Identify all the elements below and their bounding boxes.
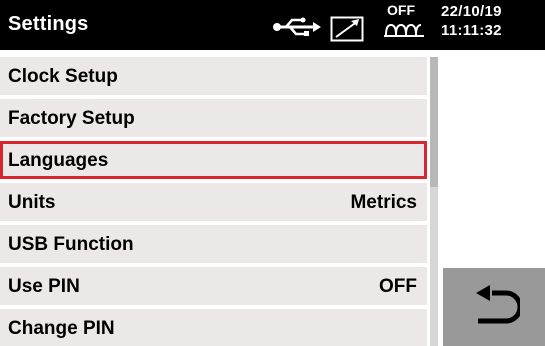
- scrollbar-thumb[interactable]: [430, 57, 438, 187]
- menu-item-factory-setup[interactable]: Factory Setup: [0, 99, 427, 137]
- menu-item-value: Metrics: [350, 192, 417, 213]
- settings-screen: Settings OFF 22/10/19 11:11:32 Clock Set…: [0, 0, 545, 346]
- menu-item-usb-function[interactable]: USB Function: [0, 225, 427, 263]
- menu-item-units[interactable]: Units Metrics: [0, 183, 427, 221]
- status-off-label: OFF: [387, 2, 415, 18]
- time-display: 11:11:32: [441, 22, 502, 39]
- menu-item-label: Change PIN: [8, 318, 115, 339]
- date-display: 22/10/19: [441, 3, 502, 20]
- menu-item-label: Use PIN: [8, 276, 80, 297]
- arrow-box-icon: [330, 16, 364, 42]
- settings-menu: Clock Setup Factory Setup Languages Unit…: [0, 57, 427, 346]
- back-button[interactable]: [443, 268, 545, 346]
- menu-item-languages[interactable]: Languages: [0, 141, 427, 179]
- return-arrow-icon: [476, 285, 520, 324]
- menu-item-label: Clock Setup: [8, 66, 118, 87]
- usb-icon: [273, 17, 321, 36]
- menu-item-label: USB Function: [8, 234, 134, 255]
- menu-item-change-pin[interactable]: Change PIN: [0, 309, 427, 346]
- header-bar: Settings OFF 22/10/19 11:11:32: [0, 0, 545, 50]
- menu-item-use-pin[interactable]: Use PIN OFF: [0, 267, 427, 305]
- wave-icon: [384, 23, 424, 37]
- page-title: Settings: [8, 13, 89, 35]
- menu-item-label: Units: [8, 192, 56, 213]
- menu-item-clock-setup[interactable]: Clock Setup: [0, 57, 427, 95]
- menu-item-value: OFF: [379, 276, 417, 297]
- menu-item-label: Languages: [8, 150, 109, 171]
- menu-item-label: Factory Setup: [8, 108, 135, 129]
